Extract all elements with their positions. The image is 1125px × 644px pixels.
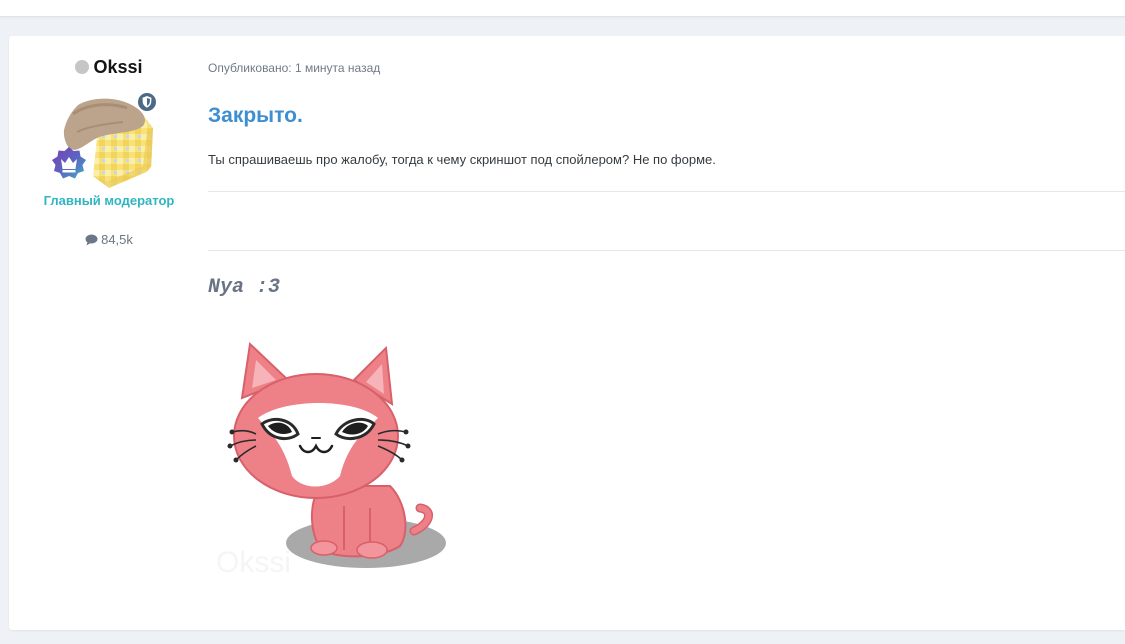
post-body: Ты спрашиваешь про жалобу, тогда к чему … xyxy=(208,152,716,167)
forum-post: Okssi Главный модератор 84,5k Опубликова… xyxy=(9,36,1125,630)
signature-cat-image: Okssi xyxy=(216,341,446,579)
crown-rank-icon xyxy=(52,147,86,179)
post-count: 84,5k xyxy=(9,232,209,247)
post-author-panel: Okssi Главный модератор 84,5k xyxy=(9,36,209,296)
moderator-shield-icon xyxy=(136,91,158,113)
author-role: Главный модератор xyxy=(43,193,175,208)
author-name[interactable]: Okssi xyxy=(93,57,142,77)
signature-text: Nya :3 xyxy=(208,276,281,299)
post-meta[interactable]: Опубликовано: 1 минута назад xyxy=(208,61,380,75)
cat-watermark: Okssi xyxy=(216,546,291,579)
post-count-value: 84,5k xyxy=(101,232,133,247)
status-dot-icon xyxy=(75,60,90,74)
content-divider xyxy=(208,191,1125,192)
speech-bubble-icon xyxy=(85,234,98,246)
previous-post-card xyxy=(0,0,1125,17)
signature-divider xyxy=(208,250,1125,251)
post-content: Опубликовано: 1 минута назад Закрыто. Ты… xyxy=(208,36,1125,630)
post-title: Закрыто. xyxy=(208,104,303,127)
author-name-row: Okssi xyxy=(9,57,209,78)
